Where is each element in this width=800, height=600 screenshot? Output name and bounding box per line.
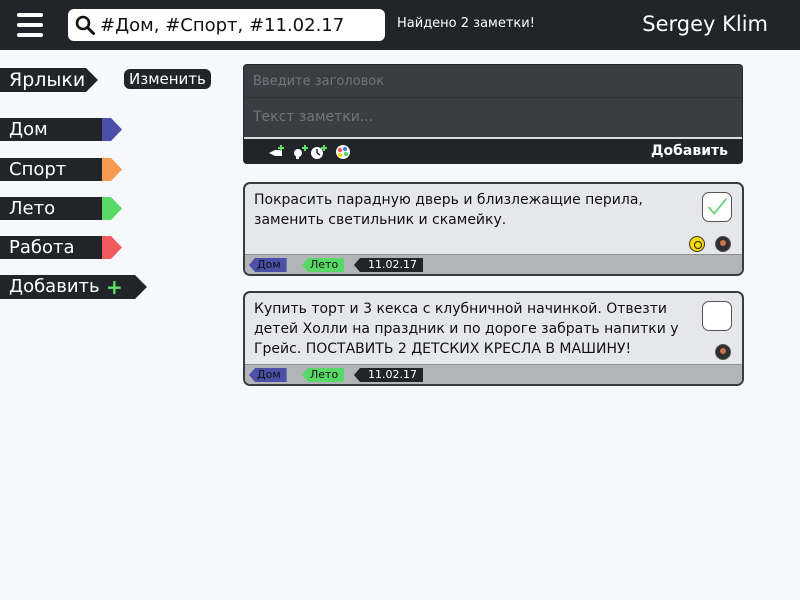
note-text: Купить торт и 3 кекса с клубничной начин… <box>254 301 679 357</box>
tag-color-marker <box>102 158 122 181</box>
new-note-form: Добавить <box>243 64 743 164</box>
pin-add-icon[interactable] <box>292 144 310 160</box>
search-icon <box>75 15 95 35</box>
note-text-input[interactable] <box>244 98 742 136</box>
note-date: 11.02.17 <box>354 258 423 272</box>
bell-tag-icon[interactable] <box>268 144 286 160</box>
yellow-avatar[interactable] <box>689 236 705 252</box>
note-checkbox[interactable] <box>702 301 732 331</box>
note-card: Купить торт и 3 кекса с клубничной начин… <box>243 291 744 386</box>
clock-add-icon[interactable] <box>310 144 328 160</box>
add-tag-label: Добавить <box>9 276 100 297</box>
tag-label: Дом <box>9 119 48 140</box>
note-text: Покрасить парадную дверь и близлежащие п… <box>254 192 643 228</box>
add-tag-button[interactable]: Добавить + <box>0 275 147 299</box>
top-bar: Найдено 2 заметки! Sergey Klim <box>0 0 800 50</box>
note-checkbox[interactable] <box>702 192 732 222</box>
menu-icon[interactable] <box>17 13 43 37</box>
plus-icon: + <box>106 275 123 299</box>
search-result-count: Найдено 2 заметки! <box>397 16 535 31</box>
note-footer: Дом Лето 11.02.17 <box>245 364 742 384</box>
note-date: 11.02.17 <box>354 368 423 382</box>
note-tag-dom[interactable]: Дом <box>249 258 287 272</box>
note-tag-dom[interactable]: Дом <box>249 368 287 382</box>
tag-label: Работа <box>9 237 75 258</box>
user-avatar[interactable] <box>715 344 731 360</box>
user-avatar[interactable] <box>715 236 731 252</box>
palette-icon[interactable] <box>335 144 353 160</box>
sidebar-tag-leto[interactable]: Лето <box>0 197 122 220</box>
check-icon <box>707 198 728 215</box>
search-box[interactable] <box>68 9 385 41</box>
tag-color-marker <box>102 236 122 259</box>
labels-heading: Ярлыки <box>0 68 98 92</box>
add-note-button[interactable]: Добавить <box>651 143 728 159</box>
user-name[interactable]: Sergey Klim <box>642 12 768 36</box>
note-tag-leto[interactable]: Лето <box>302 258 345 272</box>
note-card: Покрасить парадную дверь и близлежащие п… <box>243 182 744 276</box>
tag-label: Лето <box>9 198 56 219</box>
sidebar-tag-dom[interactable]: Дом <box>0 118 122 141</box>
tag-color-marker <box>102 197 122 220</box>
search-input[interactable] <box>100 11 380 39</box>
note-title-input[interactable] <box>244 65 742 97</box>
new-note-toolbar: Добавить <box>244 139 742 163</box>
note-footer: Дом Лето 11.02.17 <box>245 254 742 274</box>
sidebar-tag-sport[interactable]: Спорт <box>0 158 122 181</box>
edit-labels-button[interactable]: Изменить <box>124 69 211 89</box>
tag-label: Спорт <box>9 159 67 180</box>
note-tag-leto[interactable]: Лето <box>302 368 345 382</box>
tag-color-marker <box>102 118 122 141</box>
sidebar-tag-rabota[interactable]: Работа <box>0 236 122 259</box>
